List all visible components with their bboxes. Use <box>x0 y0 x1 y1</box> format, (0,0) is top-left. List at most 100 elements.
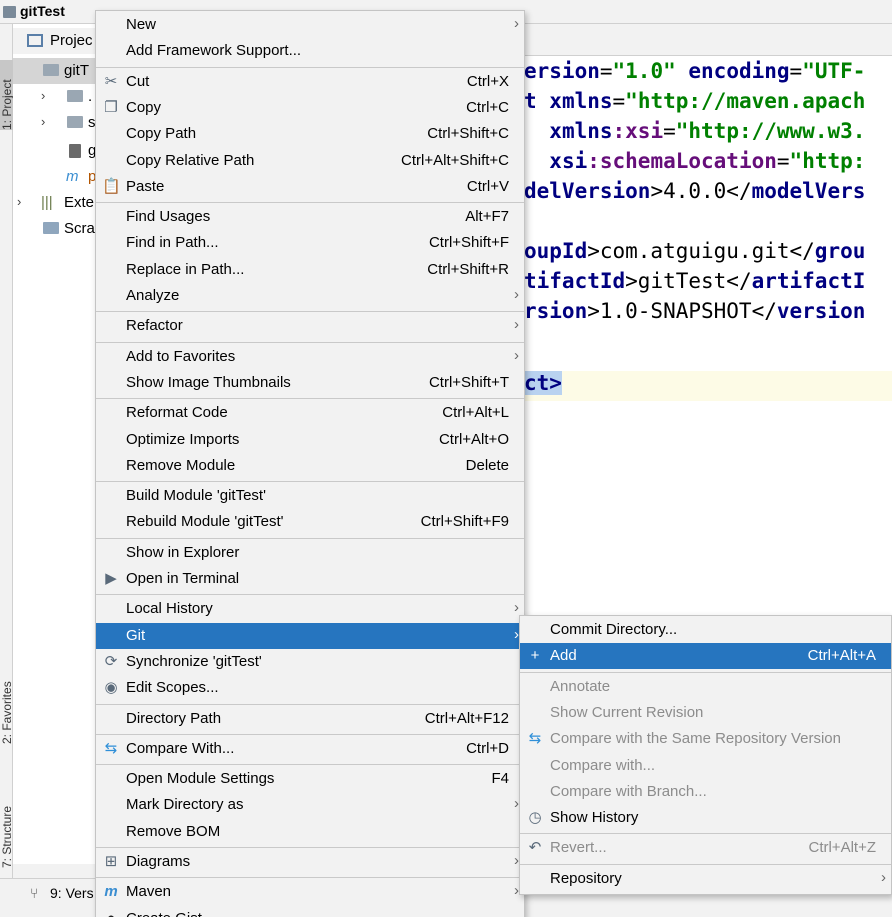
project-panel-title[interactable]: Projec <box>50 32 93 49</box>
menu-item-label: Reformat Code <box>126 404 228 422</box>
menu-item-cut[interactable]: ✂ Cut Ctrl+X <box>96 69 524 95</box>
tree-row-file[interactable]: g <box>13 138 98 164</box>
code-line[interactable]: xmlns:xsi="http://www.w3. <box>524 119 865 149</box>
menu-item-label: Annotate <box>550 677 611 695</box>
tree-row-module[interactable]: gitT <box>13 58 98 84</box>
menu-item-directory-path[interactable]: Directory Path Ctrl+Alt+F12 <box>96 706 524 732</box>
menu-item-label: Refactor <box>126 317 183 335</box>
copy-icon: ❐ <box>104 98 118 116</box>
menu-item-git[interactable]: Git › <box>96 622 524 649</box>
menu-item-diagrams[interactable]: ⊞ Diagrams › <box>96 849 524 875</box>
submenu-arrow-icon: › <box>881 868 886 886</box>
libraries-icon: ||| <box>41 194 53 211</box>
tree-row-pom[interactable]: m p <box>13 164 98 190</box>
menu-item-maven[interactable]: m Maven › <box>96 879 524 905</box>
menu-item-label: Edit Scopes... <box>126 679 219 697</box>
code-line[interactable]: t xmlns="http://maven.apach <box>524 89 865 119</box>
code-line[interactable]: delVersion>4.0.0</modelVers <box>524 179 865 209</box>
code-line[interactable]: ersion="1.0" encoding="UTF- <box>524 59 865 89</box>
menu-item-synchronize-gittest[interactable]: ⟳ Synchronize 'gitTest' <box>96 649 524 675</box>
menu-item-paste[interactable]: 📋 Paste Ctrl+V <box>96 174 524 200</box>
menu-item-analyze[interactable]: Analyze › <box>96 283 524 309</box>
menu-item-label: Open Module Settings <box>126 770 275 788</box>
code-token: "http: <box>789 149 866 173</box>
menu-item-find-usages[interactable]: Find Usages Alt+F7 <box>96 204 524 230</box>
menu-item-commit-directory[interactable]: Commit Directory... <box>520 617 891 643</box>
plus-icon: + <box>530 647 540 665</box>
code-token: oupId <box>524 239 588 263</box>
menu-item-shortcut: Ctrl+Alt+O <box>438 430 509 448</box>
diagram-icon: ⊞ <box>104 853 118 870</box>
menu-item-add-framework-support[interactable]: Add Framework Support... <box>96 38 524 64</box>
menu-item-copy[interactable]: ❐ Copy Ctrl+C <box>96 95 524 121</box>
menu-item-copy-path[interactable]: Copy Path Ctrl+Shift+C <box>96 121 524 147</box>
menu-item-add[interactable]: + Add Ctrl+Alt+A <box>520 643 891 670</box>
tree-label: Exte <box>64 194 95 211</box>
code-line[interactable]: xsi:schemaLocation="http: <box>524 149 865 179</box>
menu-item-label: Maven <box>126 883 172 901</box>
menu-item-new[interactable]: New › <box>96 12 524 38</box>
menu-item-refactor[interactable]: Refactor › <box>96 313 524 339</box>
submenu-arrow-icon: › <box>514 15 519 32</box>
code-token: = <box>776 149 790 173</box>
version-control-tab[interactable]: 9: Vers <box>50 885 94 901</box>
menu-item-rebuild-module-gittest[interactable]: Rebuild Module 'gitTest' Ctrl+Shift+F9 <box>96 509 524 535</box>
menu-item-show-image-thumbnails[interactable]: Show Image Thumbnails Ctrl+Shift+T <box>96 370 524 396</box>
chevron-right-icon[interactable]: › <box>41 88 45 103</box>
code-token: = <box>789 59 803 83</box>
maven-file-icon: m <box>66 168 79 185</box>
menu-item-optimize-imports[interactable]: Optimize Imports Ctrl+Alt+O <box>96 427 524 453</box>
code-token: ct> <box>524 371 562 395</box>
code-token: xsi <box>549 149 588 173</box>
structure-tool-tab[interactable]: 7: Structure <box>0 788 14 868</box>
code-token: tifactId <box>524 269 626 293</box>
project-tool-tab[interactable]: 1: Project <box>0 60 14 130</box>
menu-item-shortcut: Ctrl+Shift+C <box>427 125 509 143</box>
chevron-right-icon[interactable]: › <box>17 194 21 209</box>
code-line[interactable]: ct> <box>524 371 892 401</box>
code-line[interactable]: oupId>com.atguigu.git</grou <box>524 239 865 269</box>
menu-item-open-module-settings[interactable]: Open Module Settings F4 <box>96 766 524 792</box>
tree-row-libraries[interactable]: › ||| Exte <box>13 190 98 216</box>
menu-item-compare-with-the-same-repository-version: ⇆ Compare with the Same Repository Versio… <box>520 726 891 752</box>
chevron-right-icon[interactable]: › <box>41 114 45 129</box>
menu-item-label: Git <box>126 626 146 644</box>
menu-item-copy-relative-path[interactable]: Copy Relative Path Ctrl+Alt+Shift+C <box>96 148 524 174</box>
menu-item-find-in-path[interactable]: Find in Path... Ctrl+Shift+F <box>96 230 524 256</box>
tree-row-folder[interactable]: › . <box>13 84 98 110</box>
menu-item-create-gist[interactable]: ● Create Gist... <box>96 906 524 917</box>
github-icon: ● <box>102 910 120 917</box>
menu-item-local-history[interactable]: Local History › <box>96 596 524 622</box>
menu-item-repository[interactable]: Repository › <box>520 866 891 892</box>
menu-item-remove-bom[interactable]: Remove BOM <box>96 819 524 845</box>
menu-item-revert: ↶ Revert... Ctrl+Alt+Z <box>520 835 891 861</box>
tree-row-folder[interactable]: › s <box>13 110 98 136</box>
version-control-icon: ⑂ <box>30 885 39 901</box>
project-icon <box>3 6 16 18</box>
menu-item-edit-scopes[interactable]: ◉ Edit Scopes... <box>96 675 524 701</box>
menu-item-show-in-explorer[interactable]: Show in Explorer <box>96 540 524 566</box>
menu-item-shortcut: Ctrl+Alt+A <box>807 647 876 665</box>
menu-item-build-module-gittest[interactable]: Build Module 'gitTest' <box>96 483 524 509</box>
menu-item-label: Optimize Imports <box>126 430 240 448</box>
menu-item-show-history[interactable]: ◷ Show History <box>520 805 891 831</box>
menu-separator <box>520 833 891 835</box>
menu-item-open-in-terminal[interactable]: ▶ Open in Terminal <box>96 566 524 592</box>
menu-item-label: Add <box>550 647 577 665</box>
code-line[interactable]: rsion>1.0-SNAPSHOT</version <box>524 299 865 329</box>
menu-item-compare-with-branch: Compare with Branch... <box>520 779 891 805</box>
code-line[interactable]: tifactId>gitTest</artifactI <box>524 269 865 299</box>
menu-item-mark-directory-as[interactable]: Mark Directory as › <box>96 792 524 818</box>
menu-item-label: Create Gist... <box>126 910 214 917</box>
compare-icon: ⇆ <box>528 730 542 748</box>
tree-row-scratches[interactable]: Scra <box>13 216 98 242</box>
menu-item-replace-in-path[interactable]: Replace in Path... Ctrl+Shift+R <box>96 257 524 283</box>
menu-item-label: Show History <box>550 809 639 827</box>
favorites-tool-tab[interactable]: 2: Favorites <box>0 664 14 744</box>
menu-item-remove-module[interactable]: Remove Module Delete <box>96 453 524 479</box>
menu-item-label: Local History <box>126 600 213 618</box>
menu-item-add-to-favorites[interactable]: Add to Favorites › <box>96 344 524 370</box>
menu-item-compare-with[interactable]: ⇆ Compare With... Ctrl+D <box>96 736 524 762</box>
menu-separator <box>96 847 524 848</box>
menu-item-reformat-code[interactable]: Reformat Code Ctrl+Alt+L <box>96 400 524 426</box>
